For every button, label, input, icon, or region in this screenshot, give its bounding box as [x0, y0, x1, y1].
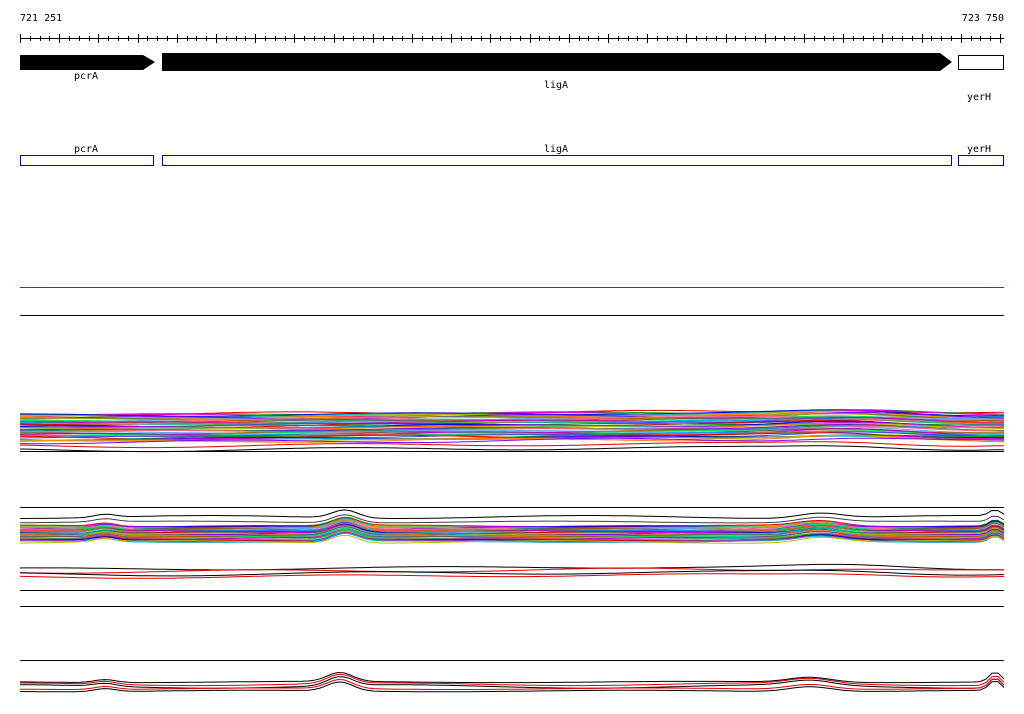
expression-profiles [19, 409, 1005, 693]
profile-line [19, 445, 1005, 453]
profile-line [20, 673, 1005, 687]
profile-line [20, 671, 1005, 684]
profile-line [20, 509, 1005, 519]
